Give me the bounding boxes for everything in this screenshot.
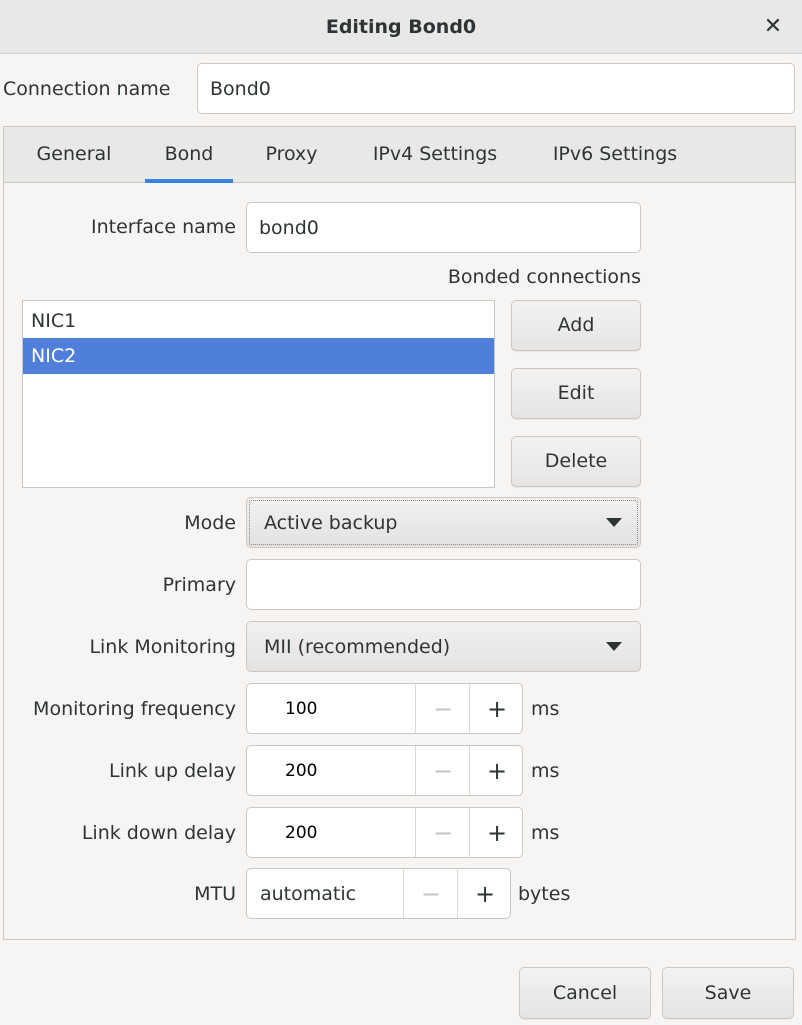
monitoring-frequency-value[interactable]: 100 <box>285 684 317 733</box>
primary-input[interactable] <box>246 559 641 610</box>
mode-dropdown[interactable]: Active backup <box>246 497 641 548</box>
mode-value: Active backup <box>264 511 398 534</box>
tab-ipv4-settings[interactable]: IPv4 Settings <box>354 127 516 183</box>
link-up-delay-label: Link up delay <box>108 760 236 782</box>
link-monitoring-label: Link Monitoring <box>89 636 236 658</box>
title-bar: Editing Bond0 ✕ <box>0 0 802 54</box>
link-down-delay-label: Link down delay <box>81 822 236 844</box>
decrement-icon[interactable]: − <box>403 869 458 918</box>
link-down-delay-unit: ms <box>531 822 560 844</box>
decrement-icon[interactable]: − <box>415 684 470 733</box>
dropdown-arrow-icon <box>606 641 622 651</box>
window-title: Editing Bond0 <box>325 16 477 38</box>
increment-icon[interactable]: + <box>469 746 522 795</box>
monitoring-frequency-unit: ms <box>531 698 560 720</box>
link-up-delay-spinner[interactable]: 200 − + <box>246 745 523 796</box>
monitoring-frequency-label: Monitoring frequency <box>33 698 236 720</box>
tab-bond[interactable]: Bond <box>145 127 233 183</box>
tab-ipv6-settings[interactable]: IPv6 Settings <box>534 127 696 183</box>
decrement-icon[interactable]: − <box>415 746 470 795</box>
save-button[interactable]: Save <box>662 967 794 1019</box>
link-up-delay-value[interactable]: 200 <box>285 746 317 795</box>
link-down-delay-value[interactable]: 200 <box>285 808 317 857</box>
cancel-button[interactable]: Cancel <box>519 967 651 1019</box>
mtu-label: MTU <box>194 883 236 905</box>
link-monitoring-value: MII (recommended) <box>264 635 451 658</box>
tab-general[interactable]: General <box>17 127 131 183</box>
increment-icon[interactable]: + <box>457 869 510 918</box>
interface-name-label: Interface name <box>91 216 236 238</box>
link-monitoring-dropdown[interactable]: MII (recommended) <box>246 621 641 672</box>
monitoring-frequency-spinner[interactable]: 100 − + <box>246 683 523 734</box>
link-down-delay-spinner[interactable]: 200 − + <box>246 807 523 858</box>
connection-name-input[interactable]: Bond0 <box>197 63 795 114</box>
bonded-connections-list: NIC1 NIC2 <box>22 300 495 488</box>
primary-label: Primary <box>162 574 236 596</box>
mtu-value[interactable]: automatic <box>260 869 356 918</box>
decrement-icon[interactable]: − <box>415 808 470 857</box>
edit-button[interactable]: Edit <box>511 368 641 419</box>
mtu-unit: bytes <box>518 883 571 905</box>
link-up-delay-unit: ms <box>531 760 560 782</box>
close-icon[interactable]: ✕ <box>758 12 788 42</box>
delete-button[interactable]: Delete <box>511 436 641 487</box>
mtu-spinner[interactable]: automatic − + <box>246 868 511 919</box>
interface-name-input[interactable]: bond0 <box>246 202 641 253</box>
interface-name-value: bond0 <box>259 216 319 239</box>
dropdown-arrow-icon <box>606 517 622 527</box>
mode-label: Mode <box>184 512 236 534</box>
connection-name-value: Bond0 <box>210 77 271 100</box>
tab-bar: General Bond Proxy IPv4 Settings IPv6 Se… <box>4 127 795 183</box>
increment-icon[interactable]: + <box>469 808 522 857</box>
tab-proxy[interactable]: Proxy <box>249 127 334 183</box>
bonded-connections-label: Bonded connections <box>447 266 641 288</box>
increment-icon[interactable]: + <box>469 684 522 733</box>
add-button[interactable]: Add <box>511 300 641 351</box>
list-item[interactable]: NIC1 <box>23 303 494 339</box>
connection-name-label: Connection name <box>3 78 171 100</box>
list-item-selected[interactable]: NIC2 <box>23 338 494 374</box>
